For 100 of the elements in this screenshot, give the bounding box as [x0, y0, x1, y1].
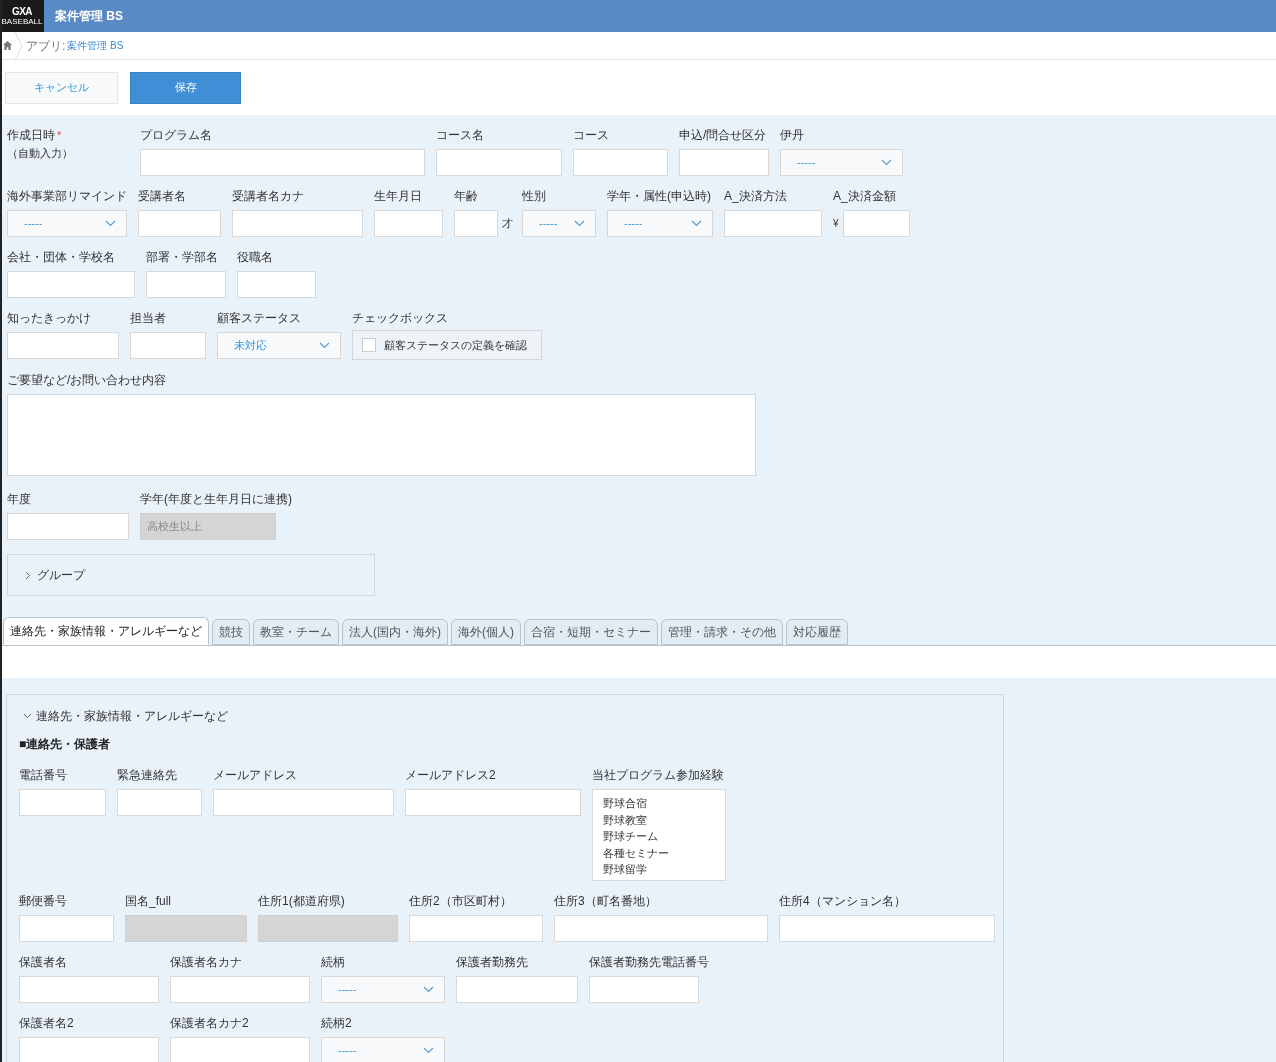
logo: GXA BASEBALL [2, 0, 44, 32]
text-input[interactable] [456, 976, 578, 1003]
field-label: 電話番号 [19, 769, 67, 782]
text-input[interactable] [146, 271, 226, 298]
text-input[interactable] [7, 332, 119, 359]
text-input[interactable] [573, 149, 668, 176]
text-input[interactable] [170, 1037, 310, 1062]
tab[interactable]: 対応履歴 [786, 619, 848, 645]
field-label: メールアドレス2 [405, 769, 496, 782]
text-input[interactable] [213, 789, 394, 816]
list-option[interactable]: 野球教室 [603, 811, 725, 828]
chevron-down-icon [691, 220, 702, 227]
text-input[interactable] [138, 210, 221, 237]
field-label: 申込/問合せ区分 [679, 129, 767, 142]
text-input[interactable] [130, 332, 206, 359]
text-input[interactable] [117, 789, 202, 816]
text-input[interactable] [19, 789, 106, 816]
field-label: 保護者勤務先電話番号 [589, 956, 709, 969]
text-input[interactable] [237, 271, 316, 298]
tab[interactable]: 競技 [212, 619, 250, 645]
section-toggle[interactable]: 連絡先・家族情報・アレルギーなど [36, 707, 228, 725]
field-label: 担当者 [130, 312, 166, 325]
text-input[interactable] [589, 976, 699, 1003]
readonly-field: 高校生以上 [140, 513, 276, 540]
text-input[interactable] [232, 210, 363, 237]
text-input[interactable] [409, 915, 543, 942]
text-input[interactable] [554, 915, 768, 942]
group-panel[interactable]: グループ [7, 554, 375, 596]
unit-suffix: 才 [502, 216, 513, 232]
tab[interactable]: 教室・チーム [253, 619, 339, 645]
field-label: 当社プログラム参加経験 [592, 769, 724, 782]
field-label: 緊急連絡先 [117, 769, 177, 782]
text-input[interactable] [724, 210, 822, 237]
field-label: 性別 [522, 190, 546, 203]
chevron-down-icon[interactable] [23, 713, 32, 719]
tab[interactable]: 連絡先・家族情報・アレルギーなど [3, 617, 209, 645]
checkbox-option[interactable]: 顧客ステータスの定義を確認 [352, 330, 542, 360]
field-label: 保護者名カナ [170, 956, 242, 969]
section-heading: ■連絡先・保護者 [19, 736, 112, 753]
save-button[interactable]: 保存 [130, 71, 241, 104]
field-label: 作成日時 [7, 129, 55, 142]
chevron-down-icon [423, 1047, 434, 1054]
list-option[interactable]: 各種セミナー [603, 844, 725, 861]
list-option[interactable]: 野球チーム [603, 828, 725, 845]
multi-select-list[interactable]: 野球合宿 野球教室 野球チーム 各種セミナー 野球留学 [592, 789, 726, 881]
text-input[interactable] [405, 789, 581, 816]
field-label: 会社・団体・学校名 [7, 251, 115, 264]
group-label[interactable]: グループ [37, 566, 85, 584]
chevron-down-icon [423, 986, 434, 993]
field-label: チェックボックス [352, 312, 448, 325]
field-label: 郵便番号 [19, 895, 67, 908]
field-label: ご要望など/お問い合わせ内容 [7, 374, 167, 387]
field-label: 保護者勤務先 [456, 956, 528, 969]
field-label: コース名 [436, 129, 484, 142]
field-label: 受講者名 [138, 190, 186, 203]
tab[interactable]: 海外(個人) [451, 619, 521, 645]
required-mark: * [57, 129, 62, 141]
field-label: 続柄2 [321, 1017, 352, 1030]
field-label: 海外事業部リマインド [7, 190, 127, 203]
list-option[interactable]: 野球留学 [603, 861, 725, 878]
field-label: A_決済方法 [724, 190, 787, 203]
chevron-down-icon [881, 159, 892, 166]
tab[interactable]: 管理・請求・その他 [661, 619, 783, 645]
list-option[interactable]: 野球合宿 [603, 795, 725, 812]
home-icon[interactable] [3, 41, 12, 50]
field-label: 国名_full [125, 895, 171, 908]
field-label: メールアドレス [213, 769, 297, 782]
app-title: 案件管理 BS [55, 8, 123, 25]
field-label: 知ったきっかけ [7, 312, 91, 325]
field-label: 続柄 [321, 956, 345, 969]
inquiry-textarea[interactable] [7, 394, 756, 476]
field-label: 受講者名カナ [232, 190, 304, 203]
text-input[interactable] [140, 149, 425, 176]
text-input[interactable] [679, 149, 769, 176]
field-label: 住所1(都道府県) [258, 895, 345, 908]
text-input[interactable] [7, 513, 129, 540]
field-label: プログラム名 [140, 129, 212, 142]
breadcrumb-prefix: アプリ: [26, 37, 66, 55]
text-input[interactable] [436, 149, 562, 176]
auto-input-note: （自動入力） [7, 147, 74, 159]
text-input[interactable] [170, 976, 310, 1003]
text-input[interactable] [779, 915, 995, 942]
text-input[interactable] [374, 210, 443, 237]
chevron-down-icon [319, 342, 330, 349]
text-input[interactable] [842, 210, 910, 237]
field-label: 年齢 [454, 190, 478, 203]
tab[interactable]: 法人(国内・海外) [342, 619, 448, 645]
text-input[interactable] [7, 271, 135, 298]
checkbox[interactable] [362, 338, 376, 352]
text-input[interactable] [19, 976, 159, 1003]
field-label: 顧客ステータス [217, 312, 301, 325]
tab[interactable]: 合宿・短期・セミナー [524, 619, 658, 645]
breadcrumb-link[interactable]: 案件管理 BS [67, 38, 124, 53]
field-label: 学年(年度と生年月日に連携) [140, 493, 292, 506]
text-input[interactable] [454, 210, 498, 237]
text-input[interactable] [19, 915, 114, 942]
field-label: 伊丹 [780, 129, 804, 142]
text-input[interactable] [19, 1037, 159, 1062]
field-label: 住所2（市区町村） [409, 895, 512, 908]
field-label: 住所4（マンション名） [779, 895, 906, 908]
